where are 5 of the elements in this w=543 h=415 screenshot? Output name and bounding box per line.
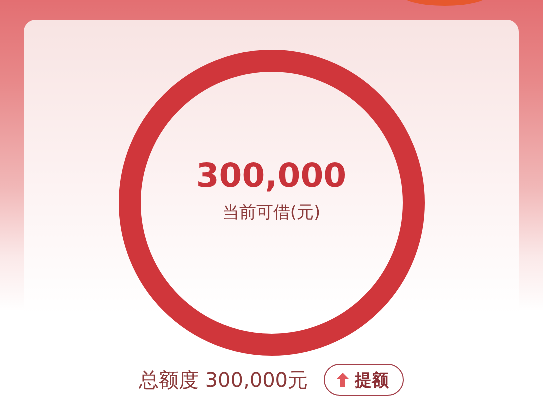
raise-limit-button[interactable]: 提额 [324, 364, 404, 396]
total-limit: 总额度 300,000元 [138, 366, 308, 394]
available-caption: 当前可借(元) [222, 202, 321, 224]
available-amount: 300,000 [196, 156, 347, 195]
up-arrow-icon [337, 373, 350, 387]
